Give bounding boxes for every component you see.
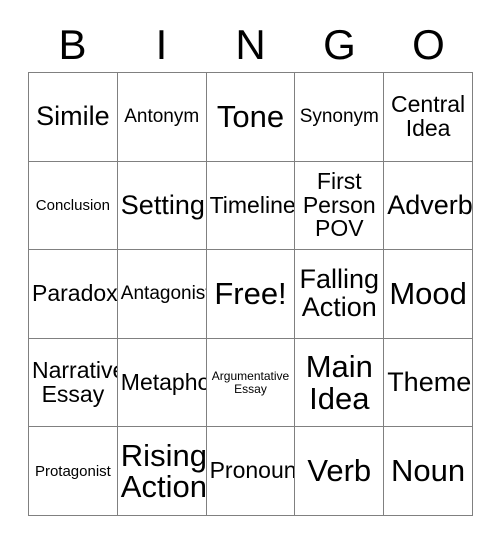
bingo-header-letter-g: G: [323, 21, 356, 68]
bingo-cell-label: Theme: [387, 366, 472, 397]
bingo-cell[interactable]: Central Idea: [384, 73, 473, 162]
bingo-grid: Simile Antonym Tone Synonym Central Idea Conc…: [28, 72, 473, 516]
bingo-cell-label: Mood: [389, 276, 467, 312]
bingo-cell[interactable]: Timeline: [206, 161, 296, 251]
bingo-cell[interactable]: Metaphor: [117, 338, 207, 428]
bingo-cell-label: Free!: [214, 276, 287, 312]
bingo-cell[interactable]: Conclusion: [29, 161, 118, 251]
bingo-cell-label: First Person POV: [302, 168, 376, 242]
bingo-cell[interactable]: Simile: [29, 73, 118, 162]
bingo-cell-label: Simile: [36, 101, 110, 132]
bingo-cell-label: Argumentative Essay: [211, 369, 290, 396]
bingo-cell[interactable]: First Person POV: [295, 161, 385, 251]
bingo-cell[interactable]: Antagonist: [117, 250, 207, 339]
bingo-cell-label: Conclusion: [35, 196, 110, 214]
bingo-cell-label: Falling Action: [299, 264, 380, 322]
bingo-cell-label: Tone: [216, 98, 285, 134]
bingo-cell[interactable]: Adverb: [384, 161, 473, 251]
bingo-cell[interactable]: Protagonist: [29, 427, 118, 516]
bingo-cell-label: Timeline: [209, 191, 296, 218]
bingo-cell-label: Noun: [391, 453, 466, 489]
bingo-cell-label: Central Idea: [391, 91, 466, 141]
bingo-cell[interactable]: Noun: [384, 427, 473, 516]
bingo-cell[interactable]: Paradox: [29, 250, 118, 339]
bingo-cell[interactable]: Verb: [295, 427, 385, 516]
bingo-cell-label: Verb: [307, 453, 372, 489]
bingo-cell[interactable]: Narrative Essay: [29, 338, 118, 428]
bingo-cell[interactable]: Argumentative Essay: [206, 338, 296, 428]
bingo-cell-label: Antonym: [124, 106, 200, 128]
bingo-cell-label: Narrative Essay: [32, 357, 118, 407]
bingo-header-row: B I N G O: [28, 18, 473, 72]
bingo-cell-label: Main Idea: [305, 348, 373, 416]
bingo-header-letter-i: I: [155, 21, 168, 68]
bingo-card: B I N G O Simile Antonym Tone Synonym Centra…: [0, 0, 500, 544]
bingo-cell[interactable]: Synonym: [295, 73, 385, 162]
bingo-cell-label: Protagonist: [34, 462, 111, 480]
bingo-cell[interactable]: Tone: [206, 73, 296, 162]
bingo-cell[interactable]: Rising Action: [117, 427, 207, 516]
bingo-header-letter-n: N: [235, 21, 266, 68]
bingo-cell[interactable]: Falling Action: [295, 250, 385, 339]
bingo-cell-label: Antagonist: [120, 283, 207, 305]
bingo-cell[interactable]: Mood: [384, 250, 473, 339]
bingo-cell[interactable]: Free!: [206, 250, 296, 339]
bingo-cell-label: Rising Action: [120, 437, 207, 505]
bingo-cell-label: Metaphor: [120, 368, 206, 395]
bingo-cell[interactable]: Main Idea: [295, 338, 385, 428]
bingo-cell-label: Synonym: [299, 106, 379, 128]
bingo-cell[interactable]: Antonym: [117, 73, 207, 162]
bingo-cell[interactable]: Setting: [117, 161, 207, 251]
bingo-cell[interactable]: Pronoun: [206, 427, 296, 516]
bingo-cell[interactable]: Theme: [384, 338, 473, 428]
bingo-cell-label: Pronoun: [209, 457, 296, 484]
bingo-cell-label: Adverb: [387, 189, 473, 220]
bingo-cell-label: Paradox: [32, 280, 118, 307]
bingo-header-letter-b: B: [58, 21, 87, 68]
bingo-cell-label: Setting: [120, 189, 205, 220]
bingo-header-letter-o: O: [412, 21, 445, 68]
